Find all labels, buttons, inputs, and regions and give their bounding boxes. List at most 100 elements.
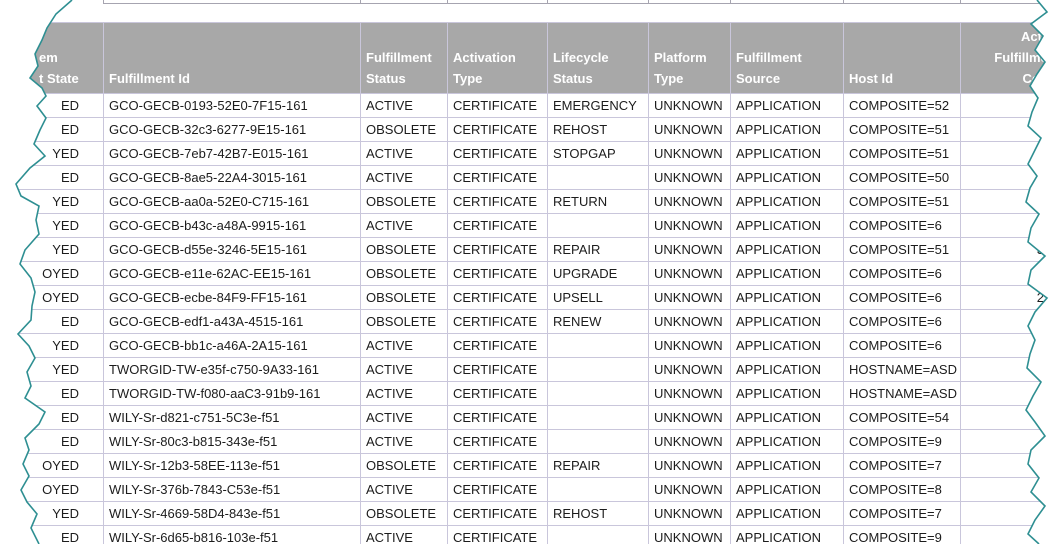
cell-fulfillment_source[interactable]: APPLICATION — [731, 334, 844, 358]
cell-host_id[interactable]: COMPOSITE=51 — [844, 142, 961, 166]
cell-activation_type[interactable]: CERTIFICATE — [448, 94, 548, 118]
cell-fulfillment_source[interactable]: APPLICATION — [731, 214, 844, 238]
cell-fulfillment_status[interactable]: ACTIVE — [361, 478, 448, 502]
cell-fulfillment_source[interactable]: APPLICATION — [731, 190, 844, 214]
column-header-fulfillment_status[interactable]: Fulfillment Status — [361, 23, 448, 94]
cell-active_fulfillment_count[interactable]: 1 — [961, 478, 1053, 502]
cell-fulfillment_status[interactable]: OBSOLETE — [361, 190, 448, 214]
cell-fulfillment_id[interactable]: GCO-GECB-bb1c-a46A-2A15-161 — [104, 334, 361, 358]
cell-active_fulfillment_count[interactable]: 8 — [961, 454, 1053, 478]
cell-platform_type[interactable]: UNKNOWN — [649, 142, 731, 166]
cell-fulfillment_source[interactable]: APPLICATION — [731, 118, 844, 142]
cell-platform_type[interactable]: UNKNOWN — [649, 286, 731, 310]
cell-active_fulfillment_count[interactable] — [961, 310, 1053, 334]
column-header-lifecycle_status[interactable]: Lifecycle Status — [548, 23, 649, 94]
cell-fulfillment_id[interactable]: GCO-GECB-32c3-6277-9E15-161 — [104, 118, 361, 142]
cell-activation_type[interactable]: CERTIFICATE — [448, 430, 548, 454]
cell-activation_type[interactable]: CERTIFICATE — [448, 310, 548, 334]
cell-state[interactable]: YED — [1, 142, 104, 166]
cell-fulfillment_source[interactable]: APPLICATION — [731, 454, 844, 478]
cell-active_fulfillment_count[interactable] — [961, 430, 1053, 454]
cell-active_fulfillment_count[interactable] — [961, 526, 1053, 544]
cell-host_id[interactable]: HOSTNAME=ASD — [844, 382, 961, 406]
cell-state[interactable]: OYED — [1, 262, 104, 286]
cell-fulfillment_id[interactable]: GCO-GECB-b43c-a48A-9915-161 — [104, 214, 361, 238]
cell-state[interactable]: YED — [1, 214, 104, 238]
cell-host_id[interactable]: COMPOSITE=6 — [844, 214, 961, 238]
cell-activation_type[interactable]: CERTIFICATE — [448, 334, 548, 358]
cell-activation_type[interactable]: CERTIFICATE — [448, 358, 548, 382]
cell-lifecycle_status[interactable]: RETURN — [548, 190, 649, 214]
cell-platform_type[interactable]: UNKNOWN — [649, 166, 731, 190]
cell-fulfillment_status[interactable]: ACTIVE — [361, 358, 448, 382]
cell-fulfillment_id[interactable]: WILY-Sr-376b-7843-C53e-f51 — [104, 478, 361, 502]
cell-lifecycle_status[interactable] — [548, 526, 649, 544]
cell-lifecycle_status[interactable] — [548, 430, 649, 454]
cell-fulfillment_source[interactable]: APPLICATION — [731, 262, 844, 286]
cell-fulfillment_source[interactable]: APPLICATION — [731, 382, 844, 406]
cell-fulfillment_status[interactable]: OBSOLETE — [361, 454, 448, 478]
cell-activation_type[interactable]: CERTIFICATE — [448, 406, 548, 430]
cell-platform_type[interactable]: UNKNOWN — [649, 334, 731, 358]
cell-activation_type[interactable]: CERTIFICATE — [448, 454, 548, 478]
cell-lifecycle_status[interactable]: REHOST — [548, 502, 649, 526]
cell-fulfillment_source[interactable]: APPLICATION — [731, 478, 844, 502]
cell-host_id[interactable]: COMPOSITE=6 — [844, 334, 961, 358]
cell-host_id[interactable]: COMPOSITE=9 — [844, 526, 961, 544]
cell-fulfillment_status[interactable]: OBSOLETE — [361, 238, 448, 262]
cell-fulfillment_source[interactable]: APPLICATION — [731, 310, 844, 334]
cell-lifecycle_status[interactable]: RENEW — [548, 310, 649, 334]
cell-active_fulfillment_count[interactable] — [961, 382, 1053, 406]
cell-state[interactable]: YED — [1, 502, 104, 526]
cell-state[interactable]: ED — [1, 382, 104, 406]
cell-platform_type[interactable]: UNKNOWN — [649, 214, 731, 238]
cell-fulfillment_source[interactable]: APPLICATION — [731, 238, 844, 262]
cell-fulfillment_status[interactable]: OBSOLETE — [361, 286, 448, 310]
cell-fulfillment_id[interactable]: TWORGID-TW-f080-aaC3-91b9-161 — [104, 382, 361, 406]
cell-host_id[interactable]: COMPOSITE=6 — [844, 286, 961, 310]
cell-fulfillment_source[interactable]: APPLICATION — [731, 358, 844, 382]
cell-state[interactable]: ED — [1, 94, 104, 118]
cell-fulfillment_id[interactable]: GCO-GECB-8ae5-22A4-3015-161 — [104, 166, 361, 190]
cell-host_id[interactable]: COMPOSITE=50 — [844, 166, 961, 190]
cell-platform_type[interactable]: UNKNOWN — [649, 190, 731, 214]
cell-active_fulfillment_count[interactable]: 2 — [961, 166, 1053, 190]
cell-state[interactable]: ED — [1, 430, 104, 454]
cell-activation_type[interactable]: CERTIFICATE — [448, 286, 548, 310]
cell-activation_type[interactable]: CERTIFICATE — [448, 526, 548, 544]
column-header-activation_type[interactable]: Activation Type — [448, 23, 548, 94]
cell-active_fulfillment_count[interactable] — [961, 94, 1053, 118]
cell-platform_type[interactable]: UNKNOWN — [649, 94, 731, 118]
cell-active_fulfillment_count[interactable]: 2 — [961, 286, 1053, 310]
cell-activation_type[interactable]: CERTIFICATE — [448, 238, 548, 262]
cell-activation_type[interactable]: CERTIFICATE — [448, 478, 548, 502]
cell-active_fulfillment_count[interactable]: 3 — [961, 238, 1053, 262]
cell-host_id[interactable]: COMPOSITE=51 — [844, 238, 961, 262]
cell-lifecycle_status[interactable] — [548, 382, 649, 406]
cell-fulfillment_source[interactable]: APPLICATION — [731, 94, 844, 118]
cell-host_id[interactable]: COMPOSITE=8 — [844, 478, 961, 502]
cell-lifecycle_status[interactable]: REPAIR — [548, 454, 649, 478]
cell-fulfillment_status[interactable]: OBSOLETE — [361, 502, 448, 526]
cell-fulfillment_status[interactable]: OBSOLETE — [361, 310, 448, 334]
cell-lifecycle_status[interactable] — [548, 406, 649, 430]
cell-fulfillment_status[interactable]: ACTIVE — [361, 526, 448, 544]
cell-lifecycle_status[interactable]: REHOST — [548, 118, 649, 142]
cell-host_id[interactable]: COMPOSITE=6 — [844, 310, 961, 334]
cell-state[interactable]: OYED — [1, 478, 104, 502]
column-header-fulfillment_id[interactable]: Fulfillment Id — [104, 23, 361, 94]
cell-fulfillment_source[interactable]: APPLICATION — [731, 286, 844, 310]
cell-fulfillment_status[interactable]: ACTIVE — [361, 142, 448, 166]
cell-host_id[interactable]: HOSTNAME=ASD — [844, 358, 961, 382]
cell-platform_type[interactable]: UNKNOWN — [649, 262, 731, 286]
cell-lifecycle_status[interactable]: EMERGENCY — [548, 94, 649, 118]
cell-fulfillment_source[interactable]: APPLICATION — [731, 430, 844, 454]
cell-state[interactable]: YED — [1, 190, 104, 214]
cell-host_id[interactable]: COMPOSITE=7 — [844, 454, 961, 478]
cell-fulfillment_source[interactable]: APPLICATION — [731, 526, 844, 544]
cell-activation_type[interactable]: CERTIFICATE — [448, 142, 548, 166]
cell-fulfillment_id[interactable]: GCO-GECB-edf1-a43A-4515-161 — [104, 310, 361, 334]
cell-fulfillment_source[interactable]: APPLICATION — [731, 406, 844, 430]
cell-lifecycle_status[interactable] — [548, 358, 649, 382]
column-header-state[interactable]: em t State — [1, 23, 104, 94]
